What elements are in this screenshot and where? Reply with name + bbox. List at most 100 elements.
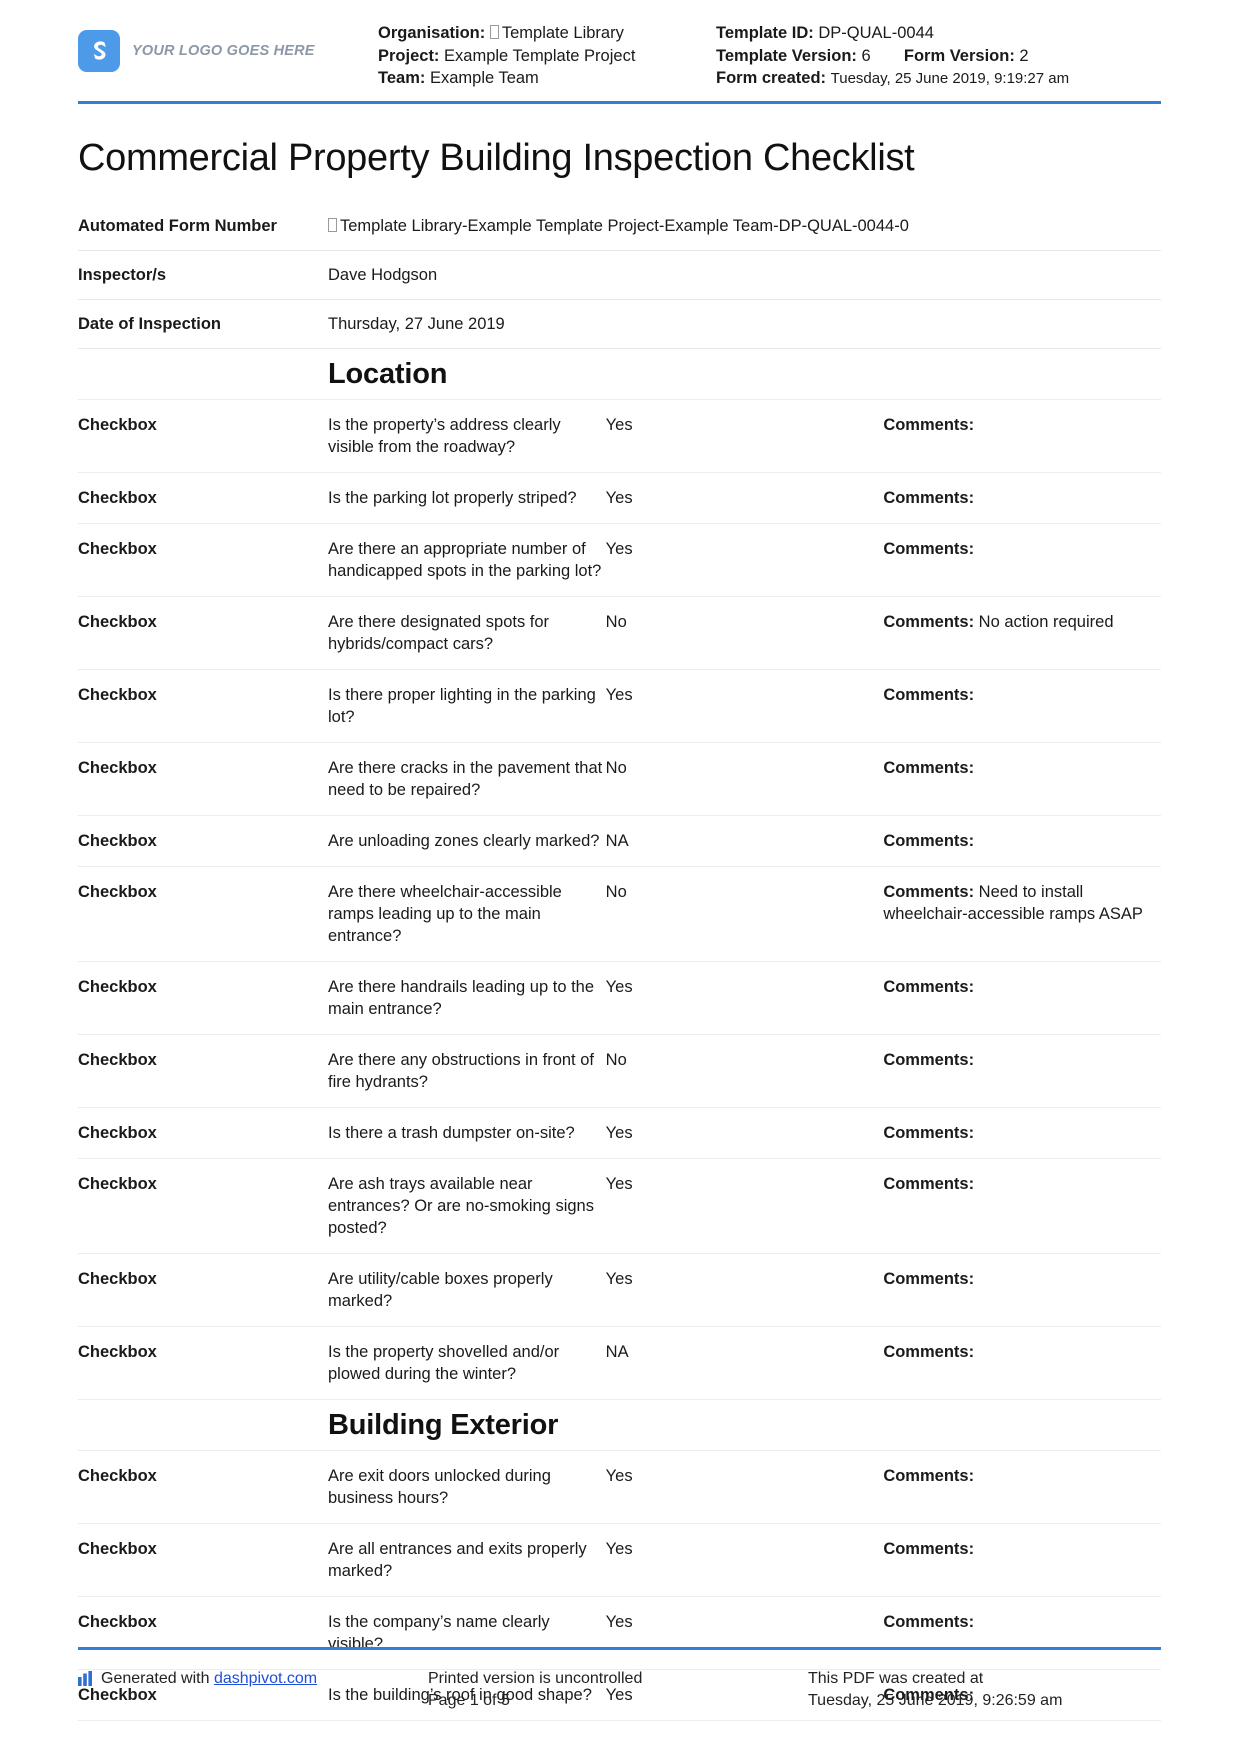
table-row: Checkbox Are there an appropriate number … [78, 523, 1161, 597]
checkbox-comment-cell: Comments: [883, 669, 1161, 743]
checkbox-comment-cell: Comments: [883, 472, 1161, 524]
checkbox-comment-cell: Comments: [883, 399, 1161, 473]
checkbox-type-label: Checkbox [78, 472, 328, 524]
checkbox-answer: NA [605, 1326, 884, 1400]
generated-prefix: Generated with [101, 1670, 214, 1687]
section-heading-row: Building Exterior [78, 1399, 1161, 1451]
table-row: Checkbox Is there a trash dumpster on-sit… [78, 1107, 1161, 1159]
bar-chart-icon [78, 1671, 93, 1693]
dashpivot-logo-icon [78, 30, 120, 72]
comments-label: Comments: [883, 1539, 975, 1558]
checkbox-type-label: Checkbox [78, 1253, 328, 1327]
form-version-label: Form Version: [903, 46, 1015, 65]
checklist-table: Location Checkbox Is the property’s addres… [78, 348, 1161, 1400]
table-row: Checkbox Is the parking lot properly stri… [78, 472, 1161, 524]
checkbox-answer: Yes [605, 1158, 884, 1254]
logo-block: YOUR LOGO GOES HERE [78, 22, 378, 72]
printed-uncontrolled-text: Printed version is uncontrolled [428, 1670, 643, 1687]
header-meta-left: Organisation: Template Library Project: … [378, 22, 716, 90]
footer-divider [78, 1647, 1161, 1650]
form-version-value: 2 [1019, 46, 1029, 65]
comments-label: Comments: [883, 831, 975, 850]
checkbox-answer: Yes [605, 961, 884, 1035]
info-value-text: Template Library-Example Template Projec… [340, 216, 909, 235]
section-heading: Building Exterior [328, 1408, 559, 1441]
checkbox-comment-cell: Comments: [883, 815, 1161, 867]
checkbox-comment-cell: Comments: [883, 1326, 1161, 1400]
table-row: Checkbox Are all entrances and exits prop… [78, 1523, 1161, 1597]
team-line: Team: Example Team [378, 67, 716, 90]
header-meta-right: Template ID: DP-QUAL-0044 Template Versi… [716, 22, 1161, 91]
info-label: Inspector/s [78, 250, 328, 300]
checkbox-question: Is the property shovelled and/or plowed … [328, 1326, 606, 1400]
checkbox-question: Is the parking lot properly striped? [328, 472, 606, 524]
checkbox-comment-cell: Comments: [883, 1107, 1161, 1159]
version-line: Template Version: 6 Form Version: 2 [716, 45, 1161, 68]
comments-label: Comments: [883, 612, 975, 631]
section-heading-cell: Location [328, 348, 1161, 400]
table-row: Checkbox Are ash trays available near ent… [78, 1158, 1161, 1254]
logo-text: YOUR LOGO GOES HERE [132, 43, 315, 59]
section-heading-spacer [78, 1399, 328, 1451]
checkbox-question: Is there a trash dumpster on-site? [328, 1107, 606, 1159]
checkbox-type-label: Checkbox [78, 961, 328, 1035]
comments-label: Comments: [883, 977, 975, 996]
missing-glyph-icon [489, 25, 499, 39]
checkbox-answer: Yes [605, 1523, 884, 1597]
table-row: Date of Inspection Thursday, 27 June 201… [78, 299, 1161, 349]
checkbox-comment-cell: Comments: [883, 961, 1161, 1035]
checkbox-type-label: Checkbox [78, 742, 328, 816]
comments-label: Comments: [883, 539, 975, 558]
checkbox-question: Are utility/cable boxes properly marked? [328, 1253, 606, 1327]
checkbox-answer: No [605, 1034, 884, 1108]
checkbox-type-label: Checkbox [78, 1107, 328, 1159]
pdf-created-label: This PDF was created at [808, 1670, 984, 1687]
table-row: Automated Form Number Template Library-E… [78, 201, 1161, 251]
checkbox-type-label: Checkbox [78, 815, 328, 867]
section-heading-cell: Building Exterior [328, 1399, 1161, 1451]
footer-generated-text: Generated with dashpivot.com [101, 1668, 317, 1690]
checkbox-type-label: Checkbox [78, 523, 328, 597]
dashpivot-link[interactable]: dashpivot.com [214, 1670, 317, 1687]
checkbox-comment-cell: Comments: [883, 742, 1161, 816]
info-value: Thursday, 27 June 2019 [328, 299, 1161, 349]
table-row: Checkbox Are exit doors unlocked during b… [78, 1450, 1161, 1524]
form-created-value: Tuesday, 25 June 2019, 9:19:27 am [830, 70, 1070, 87]
table-row: Inspector/s Dave Hodgson [78, 250, 1161, 300]
form-info-table: Automated Form Number Template Library-E… [78, 201, 1161, 349]
checkbox-type-label: Checkbox [78, 1523, 328, 1597]
checkbox-type-label: Checkbox [78, 669, 328, 743]
info-value: Dave Hodgson [328, 250, 1161, 300]
table-row: Checkbox Are there designated spots for h… [78, 596, 1161, 670]
table-row: Checkbox Are utility/cable boxes properly… [78, 1253, 1161, 1327]
checkbox-question: Are there any obstructions in front of f… [328, 1034, 606, 1108]
organisation-line: Organisation: Template Library [378, 22, 716, 45]
info-label: Date of Inspection [78, 299, 328, 349]
table-row: Checkbox Are there cracks in the pavement… [78, 742, 1161, 816]
checkbox-answer: No [605, 866, 884, 962]
comments-label: Comments: [883, 685, 975, 704]
checkbox-type-label: Checkbox [78, 1034, 328, 1108]
checkbox-answer: Yes [605, 1253, 884, 1327]
page-title: Commercial Property Building Inspection … [78, 136, 915, 179]
section-heading-row: Location [78, 348, 1161, 400]
template-id-line: Template ID: DP-QUAL-0044 [716, 22, 1161, 45]
checkbox-answer: Yes [605, 1450, 884, 1524]
checkbox-type-label: Checkbox [78, 399, 328, 473]
checkbox-answer: Yes [605, 472, 884, 524]
form-info-body: Automated Form Number Template Library-E… [78, 201, 1161, 349]
comments-label: Comments: [883, 1342, 975, 1361]
comments-label: Comments: [883, 488, 975, 507]
checkbox-type-label: Checkbox [78, 1450, 328, 1524]
comments-label: Comments: [883, 1269, 975, 1288]
checkbox-question: Are there handrails leading up to the ma… [328, 961, 606, 1035]
checkbox-comment-cell: Comments: [883, 1450, 1161, 1524]
document-page: YOUR LOGO GOES HERE Organisation: Templa… [0, 0, 1239, 1754]
checkbox-answer: Yes [605, 523, 884, 597]
footer-columns: Generated with dashpivot.com Printed ver… [78, 1668, 1161, 1712]
form-created-line: Form created: Tuesday, 25 June 2019, 9:1… [716, 67, 1161, 91]
checkbox-type-label: Checkbox [78, 1158, 328, 1254]
header-divider [78, 100, 1161, 104]
checkbox-answer: No [605, 742, 884, 816]
organisation-value: Template Library [501, 24, 624, 42]
